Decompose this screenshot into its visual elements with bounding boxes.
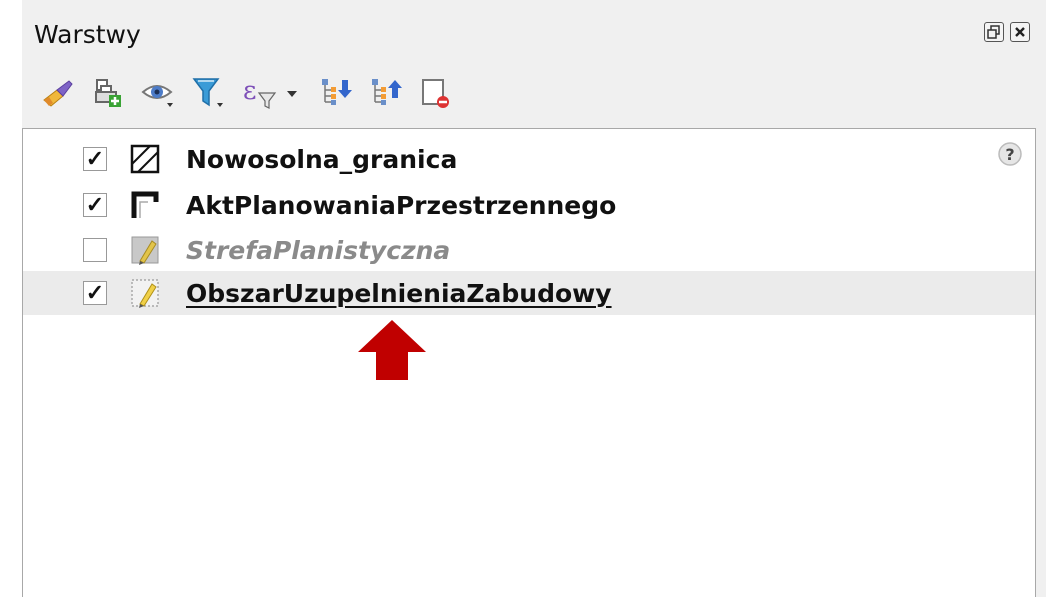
polygon-hatch-icon — [130, 144, 160, 174]
panel-title: Warstwy — [34, 20, 141, 49]
filter-icon[interactable] — [190, 73, 226, 113]
expand-all-icon[interactable] — [318, 73, 354, 113]
layer-row[interactable]: ✓ Nowosolna_granica — [23, 137, 1035, 181]
layer-name[interactable]: ObszarUzupelnieniaZabudowy — [186, 279, 612, 308]
help-icon[interactable]: ? — [997, 141, 1023, 167]
float-icon[interactable] — [984, 22, 1004, 42]
layer-visibility-checkbox[interactable]: ✓ — [83, 147, 107, 171]
layer-row-selected[interactable]: ✓ ObszarUzupelnieniaZabudowy — [23, 271, 1035, 315]
layer-name[interactable]: AktPlanowaniaPrzestrzennego — [186, 191, 616, 220]
style-paint-icon[interactable] — [40, 73, 76, 113]
expression-filter-icon[interactable]: ε — [240, 73, 304, 113]
layer-name[interactable]: Nowosolna_granica — [186, 145, 457, 174]
polygon-pencil-icon — [131, 279, 159, 308]
layer-row[interactable]: StrefaPlanistyczna — [23, 228, 1035, 272]
add-group-icon[interactable] — [90, 73, 126, 113]
layer-row[interactable]: ✓ AktPlanowaniaPrzestrzennego — [23, 183, 1035, 227]
layers-panel: Warstwy ε ✓ Nowosolna_granica ✓ AktPlano… — [22, 0, 1046, 597]
svg-text:?: ? — [1005, 145, 1014, 164]
polygon-pencil-icon — [131, 236, 159, 265]
red-arrow-up-icon — [358, 320, 426, 380]
layer-tree[interactable]: ✓ Nowosolna_granica ✓ AktPlanowaniaPrzes… — [22, 128, 1036, 597]
svg-text:ε: ε — [243, 76, 256, 106]
remove-layer-icon[interactable] — [418, 73, 454, 113]
layer-visibility-checkbox[interactable] — [83, 238, 107, 262]
close-icon[interactable] — [1010, 22, 1030, 42]
layer-name[interactable]: StrefaPlanistyczna — [186, 236, 450, 265]
polygon-outline-icon — [131, 191, 159, 218]
layer-visibility-checkbox[interactable]: ✓ — [83, 193, 107, 217]
layer-visibility-checkbox[interactable]: ✓ — [83, 281, 107, 305]
layers-toolbar: ε — [40, 70, 468, 116]
panel-title-buttons — [984, 22, 1030, 42]
visibility-eye-icon[interactable] — [140, 73, 176, 113]
collapse-all-icon[interactable] — [368, 73, 404, 113]
